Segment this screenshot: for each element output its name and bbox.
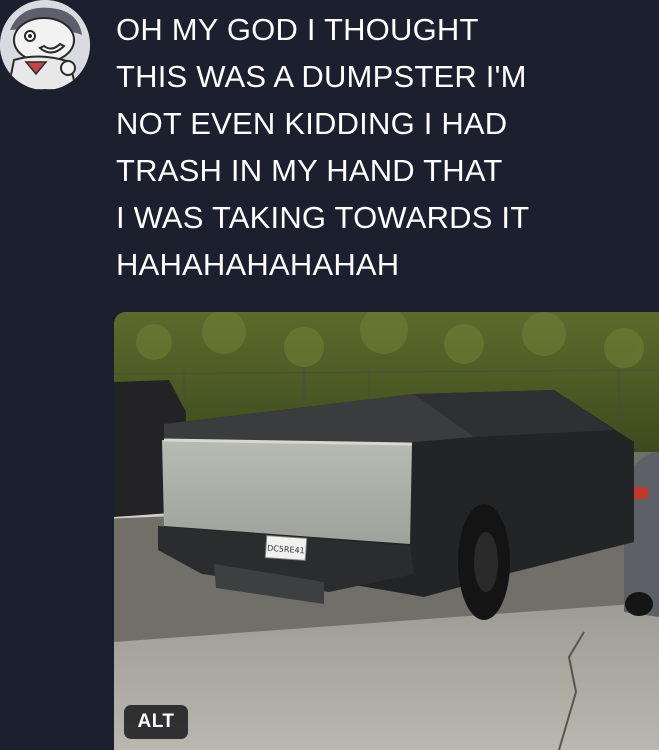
post: OH MY GOD I THOUGHT THIS WAS A DUMPSTER … xyxy=(0,0,659,750)
post-text-line: HAHAHAHAHAHAH xyxy=(116,247,400,282)
cartoon-avatar-icon xyxy=(0,0,90,90)
alt-badge[interactable]: ALT xyxy=(124,705,188,739)
post-text: OH MY GOD I THOUGHT THIS WAS A DUMPSTER … xyxy=(116,6,646,288)
post-text-line: THIS WAS A DUMPSTER I'M xyxy=(116,59,527,94)
post-text-line: TRASH IN MY HAND THAT xyxy=(116,153,503,188)
avatar[interactable] xyxy=(0,0,90,90)
post-image[interactable]: DC5RE41 xyxy=(114,312,659,750)
post-text-line: NOT EVEN KIDDING I HAD xyxy=(116,106,508,141)
post-text-line: I WAS TAKING TOWARDS IT xyxy=(116,200,530,235)
post-text-line: OH MY GOD I THOUGHT xyxy=(116,12,479,47)
tailgate xyxy=(162,440,412,544)
